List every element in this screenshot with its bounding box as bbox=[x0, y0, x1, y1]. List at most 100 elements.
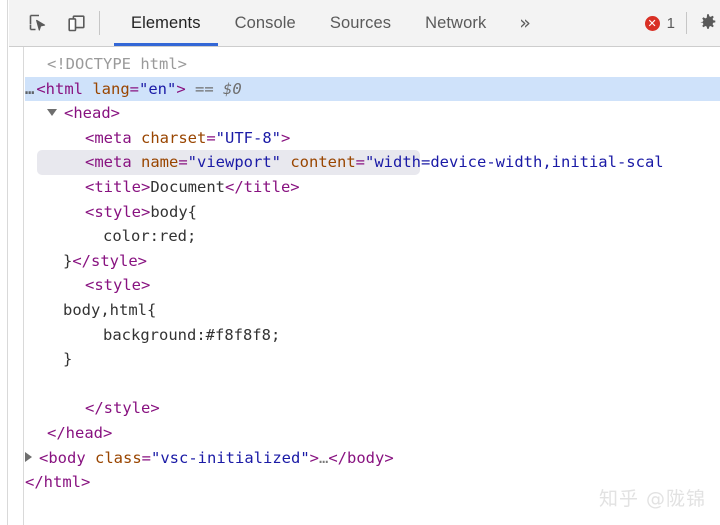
row-content: </html> bbox=[25, 470, 90, 495]
error-glyph: ✕ bbox=[647, 16, 657, 30]
collapsed-ellipsis-icon: … bbox=[25, 79, 36, 98]
tab-sources-label: Sources bbox=[329, 13, 392, 32]
token-tag: <meta bbox=[85, 153, 141, 172]
elements-dom-tree-panel[interactable]: <!DOCTYPE html> …<html lang="en"> == $0 <h… bbox=[9, 47, 720, 525]
token-css: } bbox=[63, 251, 73, 270]
tab-overflow-label: » bbox=[519, 12, 532, 34]
dom-tree-row-style2-open[interactable]: <style> bbox=[25, 273, 720, 298]
token-punct: = bbox=[141, 448, 152, 467]
token-tag: </style> bbox=[72, 251, 147, 270]
token-css: color:red; bbox=[103, 227, 197, 246]
tab-console-label: Console bbox=[234, 13, 296, 32]
token-val: "viewport" bbox=[187, 153, 281, 172]
token-tag: > bbox=[176, 79, 186, 98]
devtools-toolbar: Elements Console Sources Network » ✕ 1 bbox=[9, 0, 720, 47]
row-content: }</style> bbox=[25, 249, 147, 274]
dom-tree-row-style2-blank[interactable] bbox=[25, 372, 720, 397]
toolbar-right-group: ✕ 1 bbox=[644, 0, 720, 46]
dom-tree-row-body-row[interactable]: <body class="vsc-initialized">…</body> bbox=[25, 446, 720, 471]
token-tag: </body> bbox=[328, 448, 394, 467]
dom-tree-row-meta-charset[interactable]: <meta charset="UTF-8"> bbox=[25, 126, 720, 151]
row-content: <head> bbox=[25, 101, 120, 126]
row-content: body,html{ bbox=[25, 298, 156, 323]
dom-tree-row-style2-close[interactable]: </style> bbox=[25, 396, 720, 421]
tab-overflow-chevron-icon[interactable]: » bbox=[503, 0, 547, 46]
token-punct: = bbox=[129, 79, 140, 98]
toolbar-icon-group bbox=[9, 10, 89, 36]
token-attr: class bbox=[95, 448, 142, 467]
tab-elements[interactable]: Elements bbox=[114, 0, 218, 46]
outer-left-rail bbox=[0, 0, 8, 525]
dom-tree-row-style1-close[interactable]: }</style> bbox=[25, 249, 720, 274]
device-toolbar-icon[interactable] bbox=[63, 10, 89, 36]
token-val: "en" bbox=[139, 79, 177, 98]
dom-tree-row-style2-rule[interactable]: background:#f8f8f8; bbox=[25, 323, 720, 348]
token-dots: … bbox=[319, 448, 329, 467]
row-content: </style> bbox=[25, 396, 160, 421]
tab-network-label: Network bbox=[425, 13, 487, 32]
token-val: "vsc-initialized" bbox=[151, 448, 310, 467]
token-tag: > bbox=[281, 128, 291, 147]
dom-tree-row-meta-viewport[interactable]: <meta name="viewport" content="width=dev… bbox=[25, 150, 720, 175]
token-tag: </html> bbox=[25, 473, 91, 492]
dom-tree-row-style1-rule[interactable]: color:red; bbox=[25, 224, 720, 249]
row-content: <style> bbox=[25, 273, 150, 298]
row-content: background:#f8f8f8; bbox=[25, 323, 280, 348]
token-tag: <title> bbox=[85, 177, 151, 196]
row-content: color:red; bbox=[25, 224, 196, 249]
token-tag: <style> bbox=[85, 202, 151, 221]
dom-tree: <!DOCTYPE html> …<html lang="en"> == $0 <h… bbox=[25, 47, 720, 525]
watermark: 知乎 @陇锦 bbox=[598, 488, 706, 510]
row-content: <title>Document</title> bbox=[25, 175, 300, 200]
token-attr: content bbox=[290, 153, 356, 172]
row-highlight bbox=[25, 372, 720, 397]
row-highlight bbox=[25, 421, 720, 446]
toolbar-divider bbox=[99, 11, 100, 35]
dom-tree-row-title[interactable]: <title>Document</title> bbox=[25, 175, 720, 200]
dom-tree-row-style2-sel[interactable]: body,html{ bbox=[25, 298, 720, 323]
row-content: <meta charset="UTF-8"> bbox=[25, 126, 290, 151]
dom-tree-row-style2-brace[interactable]: } bbox=[25, 347, 720, 372]
token-tag: <style> bbox=[85, 276, 151, 295]
token-css: background:#f8f8f8; bbox=[103, 325, 281, 344]
dom-tree-row-html-open[interactable]: …<html lang="en"> == $0 bbox=[25, 76, 720, 102]
token-tag: > bbox=[309, 448, 319, 467]
error-count: 1 bbox=[666, 14, 675, 32]
tab-network[interactable]: Network bbox=[408, 0, 503, 46]
row-content: </head> bbox=[25, 421, 112, 446]
error-status-badge[interactable]: ✕ 1 bbox=[644, 14, 675, 32]
token-punct: = bbox=[178, 153, 188, 172]
token-tag: <head> bbox=[64, 104, 120, 123]
token-attr: charset bbox=[141, 128, 207, 147]
row-highlight bbox=[25, 101, 720, 126]
row-content: } bbox=[25, 347, 72, 372]
token-tag: </style> bbox=[85, 399, 160, 418]
token-css: body,html{ bbox=[63, 300, 157, 319]
devtools-panel: Elements Console Sources Network » ✕ 1 <… bbox=[0, 0, 720, 525]
token-attr: lang bbox=[92, 79, 130, 98]
dom-tree-row-style1-open[interactable]: <style>body{ bbox=[25, 200, 720, 225]
token-css: body{ bbox=[150, 202, 197, 221]
inspect-element-cursor-icon[interactable] bbox=[25, 10, 51, 36]
devtools-tab-bar: Elements Console Sources Network » ✕ 1 bbox=[114, 0, 720, 46]
row-content: <!DOCTYPE html> bbox=[25, 52, 187, 77]
tab-sources[interactable]: Sources bbox=[313, 0, 408, 46]
row-content: …<html lang="en"> == $0 bbox=[25, 77, 242, 102]
triangle-down-icon[interactable] bbox=[47, 109, 57, 117]
dom-tree-gutter bbox=[9, 47, 24, 525]
dom-tree-row-head-open[interactable]: <head> bbox=[25, 101, 720, 126]
token-tag: <html bbox=[36, 79, 93, 98]
tab-console[interactable]: Console bbox=[218, 0, 313, 46]
token-val: "width=device-width,initial-scal bbox=[365, 153, 664, 172]
token-tag: <meta bbox=[85, 128, 141, 147]
token-val: "UTF-8" bbox=[215, 128, 281, 147]
gear-icon[interactable] bbox=[698, 13, 718, 33]
toolbar-divider-right bbox=[686, 12, 687, 34]
token-tag: </title> bbox=[224, 177, 300, 196]
dom-tree-row-doctype[interactable]: <!DOCTYPE html> bbox=[25, 52, 720, 77]
token-tag: </head> bbox=[47, 423, 113, 442]
triangle-right-icon[interactable] bbox=[25, 452, 32, 462]
token-tag: <body bbox=[39, 448, 95, 467]
dom-tree-row-head-close[interactable]: </head> bbox=[25, 421, 720, 446]
token-css: } bbox=[63, 350, 73, 369]
